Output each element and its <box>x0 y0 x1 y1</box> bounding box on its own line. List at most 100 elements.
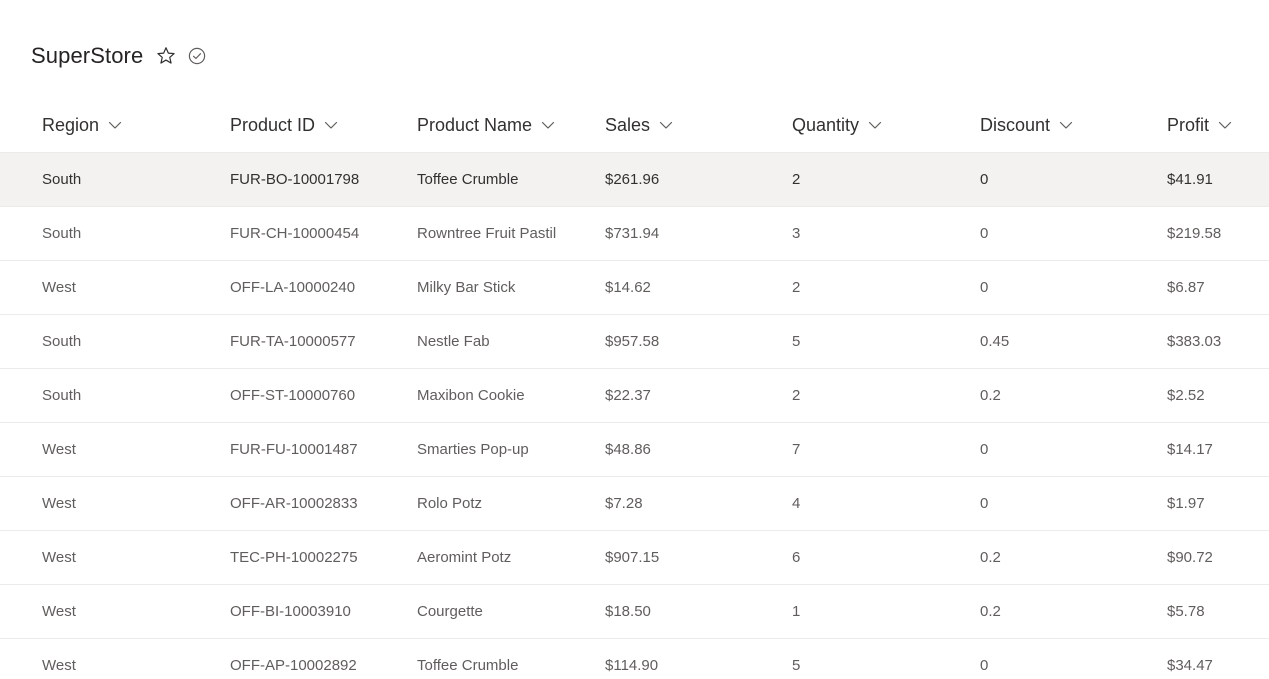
cell-discount: 0 <box>980 657 989 674</box>
star-icon[interactable] <box>156 46 176 66</box>
column-header-label: Product ID <box>230 114 316 135</box>
column-header-discount[interactable]: Discount <box>980 98 1073 152</box>
cell-profit: $34.47 <box>1167 657 1213 674</box>
cell-quantity: 3 <box>792 225 801 242</box>
cell-product-name: Toffee Crumble <box>417 171 519 188</box>
page-title: SuperStore <box>31 43 144 68</box>
cell-product-name: Courgette <box>417 603 483 620</box>
cell-sales: $22.37 <box>605 387 651 404</box>
cell-product-name: Toffee Crumble <box>417 657 519 674</box>
table-row[interactable]: West FUR-FU-10001487 Smarties Pop-up $48… <box>0 423 1269 477</box>
table-row[interactable]: West OFF-BI-10003910 Courgette $18.50 1 … <box>0 585 1269 639</box>
table-row[interactable]: South FUR-TA-10000577 Nestle Fab $957.58… <box>0 315 1269 369</box>
table-row[interactable]: West OFF-AP-10002892 Toffee Crumble $114… <box>0 639 1269 679</box>
column-header-label: Discount <box>980 114 1051 135</box>
cell-product-name: Smarties Pop-up <box>417 441 529 458</box>
cell-product-id: FUR-TA-10000577 <box>230 333 356 350</box>
column-header-quantity[interactable]: Quantity <box>792 98 882 152</box>
cell-region: South <box>42 333 82 350</box>
column-header-region[interactable]: Region <box>42 98 122 152</box>
cell-sales: $957.58 <box>605 333 660 350</box>
cell-discount: 0.2 <box>980 549 1001 566</box>
cell-product-id: OFF-AR-10002833 <box>230 495 358 512</box>
cell-discount: 0.2 <box>980 387 1001 404</box>
circle-check-icon[interactable] <box>188 47 206 65</box>
cell-discount: 0.45 <box>980 333 1010 350</box>
cell-product-id: OFF-ST-10000760 <box>230 387 356 404</box>
cell-sales: $7.28 <box>605 495 643 512</box>
cell-quantity: 6 <box>792 549 801 566</box>
column-header-product-id[interactable]: Product ID <box>230 98 338 152</box>
cell-quantity: 2 <box>792 171 801 188</box>
table-row[interactable]: West OFF-AR-10002833 Rolo Potz $7.28 4 0… <box>0 477 1269 531</box>
cell-product-name: Maxibon Cookie <box>417 387 525 404</box>
cell-region: West <box>42 279 76 296</box>
table-row[interactable]: South FUR-BO-10001798 Toffee Crumble $26… <box>0 153 1269 207</box>
cell-product-name: Milky Bar Stick <box>417 279 516 296</box>
cell-product-id: OFF-AP-10002892 <box>230 657 357 674</box>
cell-sales: $907.15 <box>605 549 660 566</box>
table-row[interactable]: West TEC-PH-10002275 Aeromint Potz $907.… <box>0 531 1269 585</box>
cell-profit: $2.52 <box>1167 387 1205 404</box>
cell-region: West <box>42 441 76 458</box>
cell-discount: 0 <box>980 225 989 242</box>
cell-discount: 0 <box>980 171 989 188</box>
cell-quantity: 1 <box>792 603 801 620</box>
table-row[interactable]: West OFF-LA-10000240 Milky Bar Stick $14… <box>0 261 1269 315</box>
cell-quantity: 7 <box>792 441 801 458</box>
cell-sales: $114.90 <box>605 657 659 674</box>
cell-quantity: 4 <box>792 495 801 512</box>
column-header-label: Product Name <box>417 114 533 135</box>
cell-product-id: FUR-CH-10000454 <box>230 225 360 242</box>
chevron-down-icon <box>1218 118 1232 132</box>
list-view: SuperStore Region Product ID Product Nam… <box>0 0 1269 679</box>
cell-sales: $14.62 <box>605 279 651 296</box>
column-header-profit[interactable]: Profit <box>1167 98 1232 152</box>
cell-product-id: OFF-BI-10003910 <box>230 603 351 620</box>
cell-sales: $48.86 <box>605 441 651 458</box>
column-header-label: Profit <box>1167 114 1210 135</box>
cell-product-id: TEC-PH-10002275 <box>230 549 358 566</box>
cell-quantity: 5 <box>792 657 801 674</box>
cell-sales: $18.50 <box>605 603 651 620</box>
column-header-label: Sales <box>605 114 651 135</box>
cell-quantity: 5 <box>792 333 801 350</box>
cell-region: West <box>42 603 76 620</box>
cell-region: West <box>42 657 76 674</box>
column-header-sales[interactable]: Sales <box>605 98 673 152</box>
table-row[interactable]: South OFF-ST-10000760 Maxibon Cookie $22… <box>0 369 1269 423</box>
cell-discount: 0 <box>980 279 989 296</box>
chevron-down-icon <box>1059 118 1073 132</box>
cell-product-name: Aeromint Potz <box>417 549 512 566</box>
cell-product-id: FUR-BO-10001798 <box>230 171 360 188</box>
list-header: SuperStore <box>31 40 206 72</box>
cell-region: South <box>42 387 82 404</box>
column-header-product-name[interactable]: Product Name <box>417 98 555 152</box>
cell-discount: 0.2 <box>980 603 1001 620</box>
cell-quantity: 2 <box>792 279 801 296</box>
column-header-label: Region <box>42 114 100 135</box>
table-row[interactable]: South FUR-CH-10000454 Rowntree Fruit Pas… <box>0 207 1269 261</box>
column-header-label: Quantity <box>792 114 860 135</box>
cell-quantity: 2 <box>792 387 801 404</box>
cell-profit: $6.87 <box>1167 279 1205 296</box>
cell-region: South <box>42 171 82 188</box>
cell-sales: $261.96 <box>605 171 660 188</box>
cell-region: South <box>42 225 82 242</box>
cell-product-name: Rowntree Fruit Pastil <box>417 225 557 242</box>
cell-region: West <box>42 549 76 566</box>
cell-sales: $731.94 <box>605 225 660 242</box>
column-header-row: Region Product ID Product Name Sales Qua… <box>0 98 1269 153</box>
chevron-down-icon <box>324 118 338 132</box>
chevron-down-icon <box>659 118 673 132</box>
cell-discount: 0 <box>980 441 989 458</box>
cell-product-name: Rolo Potz <box>417 495 483 512</box>
cell-profit: $90.72 <box>1167 549 1213 566</box>
cell-profit: $14.17 <box>1167 441 1213 458</box>
cell-product-name: Nestle Fab <box>417 333 490 350</box>
cell-profit: $5.78 <box>1167 603 1205 620</box>
chevron-down-icon <box>541 118 555 132</box>
chevron-down-icon <box>108 118 122 132</box>
cell-profit: $219.58 <box>1167 225 1222 242</box>
data-grid: Region Product ID Product Name Sales Qua… <box>0 98 1269 679</box>
